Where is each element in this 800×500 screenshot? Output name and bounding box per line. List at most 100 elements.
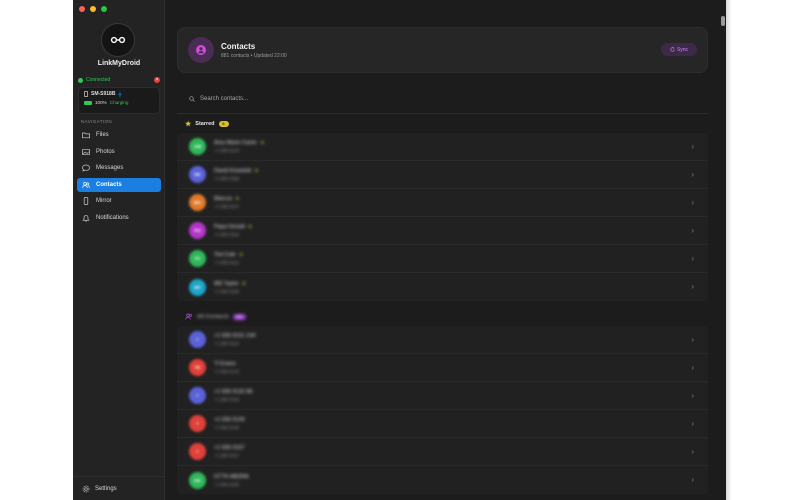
sidebar-item-label: Contacts — [96, 181, 122, 188]
contact-number: +1 555 0176 — [214, 369, 240, 374]
sidebar-item-messages[interactable]: Messages — [77, 161, 161, 175]
sync-button[interactable]: Sync — [661, 43, 697, 56]
chevron-right-icon: › — [691, 226, 694, 235]
avatar: + — [189, 443, 206, 460]
star-icon: ★ — [260, 140, 265, 146]
sidebar-item-photos[interactable]: Photos — [77, 145, 161, 159]
contact-name: Marcus — [214, 196, 233, 202]
contact-row[interactable]: TE TI Evans +1 555 0176 › — [177, 354, 708, 382]
contact-row[interactable]: + +1 555 0157 +1 555 0157 › — [177, 438, 708, 466]
contact-row[interactable]: MA Marcus ★ +1 555 0127 › — [177, 189, 708, 217]
sidebar-item-label: Files — [96, 132, 109, 138]
sync-icon — [670, 47, 675, 52]
chevron-right-icon: › — [691, 254, 694, 263]
contact-number: +1 555 0101 — [214, 341, 240, 346]
contact-row[interactable]: + +1 555 0132 88 +1 555 0132 › — [177, 382, 708, 410]
gear-icon — [82, 485, 90, 492]
chevron-right-icon: › — [691, 419, 694, 428]
contact-name: TI Evans — [214, 361, 236, 367]
connection-status: Connected × — [78, 76, 160, 84]
close-window-button[interactable] — [79, 6, 85, 12]
contact-row[interactable]: GK GTTK ABDRA +1 555 0190 › — [177, 466, 708, 494]
minimize-window-button[interactable] — [90, 6, 96, 12]
search-divider — [177, 113, 708, 114]
window-shadow — [726, 0, 732, 500]
sidebar-item-files[interactable]: Files — [77, 128, 161, 142]
star-icon: ★ — [254, 168, 259, 174]
section-title: All Contacts — [197, 313, 230, 320]
chevron-right-icon: › — [691, 475, 694, 484]
search-icon — [189, 96, 195, 102]
avatar: MT — [189, 278, 206, 296]
all-contacts-section-header: All Contacts 881 — [185, 313, 246, 320]
zoom-window-button[interactable] — [101, 6, 107, 12]
device-card: SM-S918B 100% Charging — [78, 87, 160, 114]
contact-number: +1 555 0198 — [214, 176, 240, 181]
app-name: LinkMyDroid — [97, 60, 141, 67]
starred-contacts-list: AM Amy Marie Carter ★ +1 555 0143 › DK Dav… — [177, 133, 708, 301]
contact-number: +1 555 0164 — [214, 232, 240, 237]
contacts-header: Contacts 881 contacts • Updated 22:00 Sy… — [177, 27, 708, 73]
contact-row[interactable]: TC Ted Cole ★ +1 555 0112 › — [177, 245, 708, 273]
app-window: LinkMyDroid Connected × SM-S918B 100% Ch… — [73, 0, 726, 500]
avatar: TC — [189, 250, 206, 267]
contact-row[interactable]: + +1 555 0149 +1 555 0149 › — [177, 410, 708, 438]
battery-state: Charging — [109, 100, 129, 105]
avatar: PG — [189, 222, 206, 239]
star-icon: ★ — [235, 196, 240, 202]
contact-name: Ted Cole — [214, 252, 236, 258]
star-icon: ★ — [238, 252, 244, 258]
star-icon: ★ — [247, 224, 253, 230]
sidebar: LinkMyDroid Connected × SM-S918B 100% Ch… — [73, 0, 165, 500]
device-model: SM-S918B — [91, 91, 116, 97]
contact-row[interactable]: AM Amy Marie Carter ★ +1 555 0143 › — [177, 133, 708, 161]
avatar: TE — [189, 359, 206, 376]
sidebar-nav: Files Photos Messages Contacts Mirror No… — [77, 128, 161, 228]
sidebar-item-notifications[interactable]: Notifications — [77, 211, 161, 225]
sidebar-item-label: Notifications — [96, 214, 129, 221]
disconnect-icon[interactable]: × — [154, 77, 160, 83]
usb-icon — [118, 91, 123, 97]
settings-button[interactable]: Settings — [73, 476, 165, 500]
contact-row[interactable]: DK David Kowalski ★ +1 555 0198 › — [177, 161, 708, 189]
nav-heading: NAVIGATION — [81, 119, 113, 124]
avatar: AM — [189, 138, 206, 155]
phone-icon — [83, 197, 89, 206]
chevron-right-icon: › — [691, 198, 694, 207]
contact-name: MD Taylor — [214, 280, 239, 287]
contacts-header-avatar — [188, 37, 214, 63]
contact-number: +1 555 0157 — [214, 453, 240, 458]
connection-status-text: Connected — [86, 77, 111, 83]
contact-number: +1 555 0149 — [214, 425, 240, 430]
contact-row[interactable]: PG Papa Gerald ★ +1 555 0164 › — [177, 217, 708, 245]
page-title: Contacts — [221, 42, 256, 51]
contact-name: Papa Gerald — [214, 224, 245, 230]
scrollbar-thumb[interactable] — [721, 16, 725, 26]
photos-icon — [82, 148, 90, 155]
starred-section-header: ★ Starred 6 — [185, 120, 229, 128]
sidebar-item-contacts[interactable]: Contacts — [77, 177, 161, 192]
contact-row[interactable]: MT MD Taylor ★ +1 555 0185 › — [177, 273, 708, 301]
settings-label: Settings — [95, 485, 117, 492]
message-icon — [82, 164, 90, 172]
window-controls — [79, 6, 107, 12]
contact-name: +1 555 0132 88 — [214, 389, 253, 395]
all-contacts-count-badge: 881 — [233, 313, 246, 320]
phone-icon — [84, 91, 88, 97]
contact-number: +1 555 0190 — [214, 481, 240, 487]
all-contacts-list: + +1 555 0101 234 +1 555 0101 › TE TI Eva… — [177, 326, 708, 494]
chevron-right-icon: › — [691, 363, 694, 372]
contact-name: +1 555 0101 234 — [214, 333, 256, 339]
link-logo-icon — [110, 36, 126, 44]
star-icon: ★ — [185, 121, 192, 128]
bell-icon — [82, 214, 90, 222]
contact-number: +1 555 0185 — [214, 288, 240, 294]
status-dot-icon — [78, 77, 83, 83]
section-title: Starred — [195, 121, 215, 127]
sidebar-item-mirror[interactable]: Mirror — [77, 194, 161, 208]
avatar: + — [189, 331, 206, 348]
search-input[interactable]: Search contacts... — [189, 93, 709, 105]
contacts-icon — [82, 181, 90, 188]
contact-row[interactable]: + +1 555 0101 234 +1 555 0101 › — [177, 326, 708, 354]
contact-name: David Kowalski — [214, 168, 252, 174]
